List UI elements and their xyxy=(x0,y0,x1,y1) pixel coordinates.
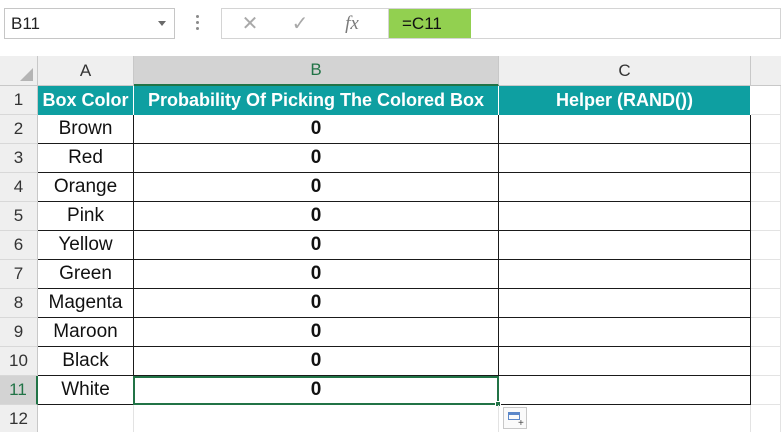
select-all-icon xyxy=(20,68,33,81)
cell-a3[interactable]: Red xyxy=(38,144,134,173)
check-icon[interactable]: ✓ xyxy=(280,9,320,38)
row-header[interactable]: 12 xyxy=(0,405,38,432)
table-row: 8 Magenta 0 xyxy=(0,289,781,318)
table-row: 1 Box Color Probability Of Picking The Col… xyxy=(0,86,781,115)
cell-b5[interactable]: 0 xyxy=(134,202,499,231)
column-header-b[interactable]: B xyxy=(134,56,499,86)
cell-b4[interactable]: 0 xyxy=(134,173,499,202)
cell-a4[interactable]: Orange xyxy=(38,173,134,202)
row-header[interactable]: 2 xyxy=(0,115,38,144)
row-header[interactable]: 6 xyxy=(0,231,38,260)
table-row: 3 Red 0 xyxy=(0,144,781,173)
table-row: 9 Maroon 0 xyxy=(0,318,781,347)
formula-bar: B11 ✕ ✓ fx =C11 xyxy=(0,0,781,51)
cell-b8[interactable]: 0 xyxy=(134,289,499,318)
row-header[interactable]: 10 xyxy=(0,347,38,376)
cell-a12[interactable] xyxy=(38,405,134,432)
cell-d11[interactable] xyxy=(751,376,781,405)
cell-a7[interactable]: Green xyxy=(38,260,134,289)
cell-c4[interactable] xyxy=(499,173,751,202)
cell-d2[interactable] xyxy=(751,115,781,144)
row-header[interactable]: 7 xyxy=(0,260,38,289)
spreadsheet-grid: A B C 1 Box Color Probability Of Picking T… xyxy=(0,51,781,432)
quick-analysis-icon[interactable]: + xyxy=(503,407,527,429)
row-header[interactable]: 11 xyxy=(0,376,38,405)
row-header[interactable]: 8 xyxy=(0,289,38,318)
cell-b7[interactable]: 0 xyxy=(134,260,499,289)
table-row: 11 White 0 xyxy=(0,376,781,407)
cell-c11[interactable] xyxy=(499,376,751,405)
insert-function-icon[interactable]: fx xyxy=(332,9,372,38)
chevron-down-icon[interactable] xyxy=(158,21,166,26)
cell-a9[interactable]: Maroon xyxy=(38,318,134,347)
cell-d10[interactable] xyxy=(751,347,781,376)
cell-a5[interactable]: Pink xyxy=(38,202,134,231)
table-row: 12 xyxy=(0,405,781,432)
cell-a1[interactable]: Box Color xyxy=(38,86,134,115)
cell-d7[interactable] xyxy=(751,260,781,289)
cell-d4[interactable] xyxy=(751,173,781,202)
row-header[interactable]: 9 xyxy=(0,318,38,347)
column-header-row: A B C xyxy=(0,56,781,86)
cell-d3[interactable] xyxy=(751,144,781,173)
table-row: 7 Green 0 xyxy=(0,260,781,289)
formula-text: =C11 xyxy=(402,14,442,33)
cell-a8[interactable]: Magenta xyxy=(38,289,134,318)
column-header-d[interactable] xyxy=(751,56,781,85)
cell-c2[interactable] xyxy=(499,115,751,144)
formula-buttons: ✕ ✓ fx xyxy=(221,8,389,39)
name-box-value: B11 xyxy=(11,14,40,33)
cell-a11[interactable]: White xyxy=(38,376,134,405)
row-header[interactable]: 3 xyxy=(0,144,38,173)
row-header[interactable]: 5 xyxy=(0,202,38,231)
cell-d9[interactable] xyxy=(751,318,781,347)
select-all-button[interactable] xyxy=(0,56,38,85)
cell-b11[interactable]: 0 xyxy=(134,376,499,405)
cell-c10[interactable] xyxy=(499,347,751,376)
cell-b2[interactable]: 0 xyxy=(134,115,499,144)
cell-b1[interactable]: Probability Of Picking The Colored Box xyxy=(134,86,499,115)
formula-input[interactable]: =C11 xyxy=(389,8,781,39)
cell-b3[interactable]: 0 xyxy=(134,144,499,173)
table-row: 5 Pink 0 xyxy=(0,202,781,231)
table-row: 4 Orange 0 xyxy=(0,173,781,202)
cell-d6[interactable] xyxy=(751,231,781,260)
cell-b12[interactable] xyxy=(134,405,499,432)
cell-c3[interactable] xyxy=(499,144,751,173)
cell-a2[interactable]: Brown xyxy=(38,115,134,144)
table-row: 6 Yellow 0 xyxy=(0,231,781,260)
cell-c5[interactable] xyxy=(499,202,751,231)
cell-b9[interactable]: 0 xyxy=(134,318,499,347)
cell-a6[interactable]: Yellow xyxy=(38,231,134,260)
row-header[interactable]: 1 xyxy=(0,86,38,115)
cell-d1[interactable] xyxy=(751,86,781,115)
cell-c12[interactable] xyxy=(499,405,751,432)
cell-b6[interactable]: 0 xyxy=(134,231,499,260)
cell-b10[interactable]: 0 xyxy=(134,347,499,376)
cell-c1[interactable]: Helper (RAND()) xyxy=(499,86,751,115)
table-row: 10 Black 0 xyxy=(0,347,781,376)
drag-handle-icon[interactable] xyxy=(196,14,200,32)
cell-c6[interactable] xyxy=(499,231,751,260)
row-header[interactable]: 4 xyxy=(0,173,38,202)
cell-d5[interactable] xyxy=(751,202,781,231)
cell-c7[interactable] xyxy=(499,260,751,289)
cell-d12[interactable] xyxy=(751,405,781,432)
cell-a10[interactable]: Black xyxy=(38,347,134,376)
cell-c9[interactable] xyxy=(499,318,751,347)
name-box[interactable]: B11 xyxy=(4,8,175,39)
cross-icon[interactable]: ✕ xyxy=(230,9,270,38)
cell-d8[interactable] xyxy=(751,289,781,318)
column-header-c[interactable]: C xyxy=(499,56,751,85)
table-row: 2 Brown 0 xyxy=(0,115,781,144)
column-header-a[interactable]: A xyxy=(38,56,134,85)
cell-c8[interactable] xyxy=(499,289,751,318)
